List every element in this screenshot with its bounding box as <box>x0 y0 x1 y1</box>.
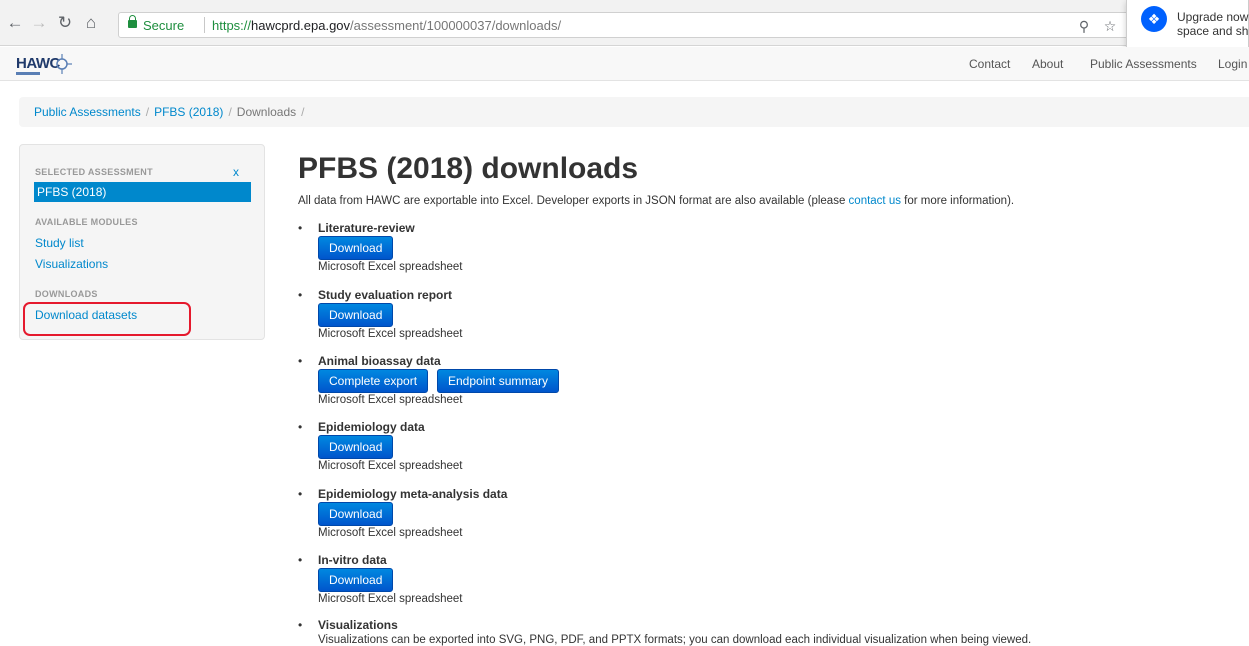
page-title: PFBS (2018) downloads <box>298 152 639 185</box>
download-button[interactable]: Download <box>318 303 394 327</box>
breadcrumb-assessment[interactable]: PFBS (2018) <box>154 105 223 119</box>
breadcrumb-separator: / <box>301 105 305 119</box>
site-navbar: HAWC Contact About Public Assessments Lo… <box>0 47 1249 81</box>
browser-toolbar: ← → ↻ ⌂ Secure https://hawcprd.epa.gov/a… <box>0 0 1249 46</box>
bullet: • <box>298 553 303 567</box>
secure-label: Secure <box>143 18 185 33</box>
molecule-icon <box>56 54 72 74</box>
item-description: Microsoft Excel spreadsheet <box>318 593 463 605</box>
url-scheme: https:// <box>212 18 252 33</box>
intro-text-start: All data from HAWC are exportable into E… <box>298 195 849 207</box>
download-button[interactable]: Download <box>318 568 394 592</box>
dropbox-icon: ❖ <box>1141 6 1167 32</box>
highlight-annotation <box>23 302 191 336</box>
selected-assessment-header: SELECTED ASSESSMENT <box>35 167 153 177</box>
forward-icon[interactable]: → <box>28 12 50 34</box>
assessment-sidebar: SELECTED ASSESSMENT x PFBS (2018) AVAILA… <box>19 144 265 340</box>
breadcrumb-downloads: Downloads <box>236 105 297 119</box>
url-text[interactable]: https://hawcprd.epa.gov/assessment/10000… <box>212 18 561 33</box>
home-icon[interactable]: ⌂ <box>80 12 102 34</box>
item-description: Microsoft Excel spreadsheet <box>318 261 463 273</box>
endpoint-summary-button[interactable]: Endpoint summary <box>437 369 560 393</box>
item-description: Microsoft Excel spreadsheet <box>318 527 463 539</box>
download-button[interactable]: Download <box>318 435 394 459</box>
selected-assessment-item[interactable]: PFBS (2018) <box>34 182 251 202</box>
nav-about[interactable]: About <box>1032 57 1063 71</box>
sidebar-item-study-list[interactable]: Study list <box>35 236 84 250</box>
download-button[interactable]: Download <box>318 502 394 526</box>
download-button[interactable]: Download <box>318 236 394 260</box>
contact-us-link[interactable]: contact us <box>849 195 901 207</box>
reload-icon[interactable]: ↻ <box>54 12 76 34</box>
breadcrumb: Public Assessments / PFBS (2018) / Downloads… <box>19 97 1249 127</box>
item-title: Literature-review <box>318 221 415 235</box>
item-title: Epidemiology data <box>318 420 425 434</box>
intro-text-end: for more information). <box>900 195 1015 207</box>
hawc-logo[interactable]: HAWC <box>16 52 74 78</box>
dropbox-notification[interactable]: ❖ Upgrade now space and sh <box>1126 0 1249 54</box>
zoom-icon[interactable]: ⚲ <box>1075 17 1093 35</box>
item-title: Study evaluation report <box>318 288 453 302</box>
breadcrumb-separator: / <box>228 105 232 119</box>
item-description: Visualizations can be exported into SVG,… <box>318 634 1032 646</box>
nav-public-assessments[interactable]: Public Assessments <box>1090 57 1197 71</box>
nav-contact[interactable]: Contact <box>969 57 1010 71</box>
nav-login[interactable]: Login <box>1218 57 1247 71</box>
available-modules-header: AVAILABLE MODULES <box>35 217 138 227</box>
item-title: Epidemiology meta-analysis data <box>318 487 508 501</box>
item-description: Microsoft Excel spreadsheet <box>318 328 463 340</box>
lock-icon <box>128 15 137 28</box>
bullet: • <box>298 487 303 501</box>
bullet: • <box>298 221 303 235</box>
bullet: • <box>298 420 303 434</box>
bookmark-star-icon[interactable]: ☆ <box>1101 17 1119 35</box>
bullet: • <box>298 354 303 368</box>
back-icon[interactable]: ← <box>4 12 26 34</box>
item-title: Animal bioassay data <box>318 354 441 368</box>
address-bar[interactable]: Secure https://hawcprd.epa.gov/assessmen… <box>118 12 1130 38</box>
bullet: • <box>298 288 303 302</box>
url-path: /assessment/100000037/downloads/ <box>350 18 562 33</box>
sidebar-item-visualizations[interactable]: Visualizations <box>35 257 108 271</box>
breadcrumb-public-assessments[interactable]: Public Assessments <box>34 105 141 119</box>
breadcrumb-separator: / <box>145 105 150 119</box>
item-title: Visualizations <box>318 618 398 632</box>
bullet: • <box>298 618 303 632</box>
popup-text: Upgrade now space and sh <box>1177 10 1248 38</box>
complete-export-button[interactable]: Complete export <box>318 369 429 393</box>
item-description: Microsoft Excel spreadsheet <box>318 460 463 472</box>
url-divider <box>204 17 205 33</box>
logo-underline <box>16 72 40 75</box>
downloads-header: DOWNLOADS <box>35 289 98 299</box>
popup-line-1: Upgrade now <box>1177 10 1249 24</box>
item-title: In-vitro data <box>318 553 387 567</box>
popup-line-2: space and sh <box>1177 24 1249 38</box>
item-description: Microsoft Excel spreadsheet <box>318 394 463 406</box>
close-selection-button[interactable]: x <box>233 165 239 179</box>
url-host: hawcprd.epa.gov <box>251 18 351 33</box>
intro-text: All data from HAWC are exportable into E… <box>298 195 1014 207</box>
